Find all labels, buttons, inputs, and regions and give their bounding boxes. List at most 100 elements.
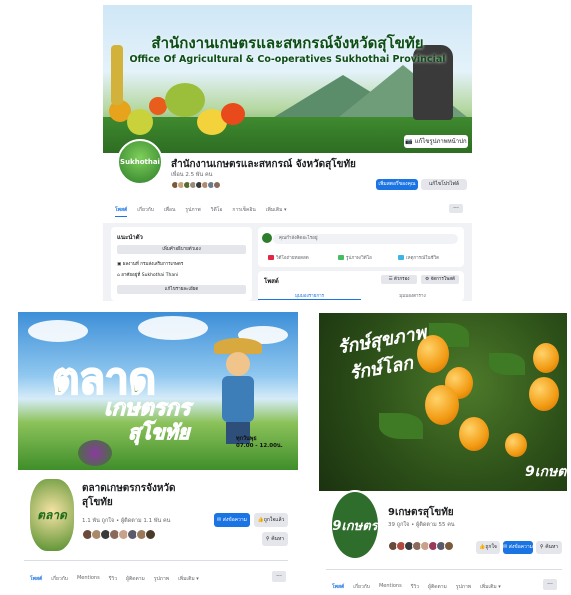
- manage-posts-button[interactable]: ⚙ จัดการโพสต์: [421, 275, 459, 284]
- send-message-button[interactable]: ✉ ส่งข้อความ: [503, 541, 533, 554]
- tab-photos[interactable]: รูปภาพ: [185, 206, 200, 217]
- edit-cover-button[interactable]: 📷 แก้ไขรูปภาพหน้าปก: [404, 135, 468, 148]
- cover-photo: รักษ์สุขภาพ รักษ์โลก 9เกษตร: [319, 313, 567, 491]
- photo-video-button[interactable]: รูปภาพ/วิดีโอ: [338, 254, 372, 261]
- tab-mentions[interactable]: Mentions: [77, 575, 100, 583]
- page-title: 9เกษตรสุโขทัย: [388, 507, 454, 518]
- manage-posts-label: จัดการโพสต์: [430, 277, 455, 282]
- like-button[interactable]: 👍ถูกใจ: [476, 541, 500, 554]
- location-text: อาศัยอยู่ที่ Sukhothai Thani: [121, 273, 179, 278]
- photo-video-label: รูปภาพ/วิดีโอ: [346, 256, 372, 261]
- flag-icon: [398, 255, 404, 260]
- tab-followers[interactable]: ผู้ติดตาม: [428, 583, 447, 591]
- cover-photo: ตลาด เกษตรกร สุโขทัย ทุกวันพุธ 07.00 - 1…: [18, 312, 298, 470]
- profile-screenshot-agri-office: สำนักงานเกษตรและสหกรณ์จังหวัดสุโขทัย Off…: [103, 5, 472, 301]
- like-label: ถูกใจ: [485, 544, 497, 550]
- intro-card: แนะนำตัว เพิ่มคำอธิบายตัวเอง ▣ ผลงานที่ …: [111, 227, 252, 301]
- page-title: ตลาดเกษตรกรจังหวัดสุโขทัย: [82, 483, 176, 508]
- liked-button[interactable]: 👍ถูกใจแล้ว: [254, 513, 288, 527]
- life-event-label: เหตุการณ์ในชีวิต: [406, 256, 440, 261]
- search-button[interactable]: ⚲ ค้นหา: [262, 532, 288, 546]
- edit-profile-button[interactable]: แก้ไขโปรไฟล์: [421, 179, 467, 190]
- camera-icon: 📷: [405, 138, 413, 145]
- tab-photos[interactable]: รูปภาพ: [154, 575, 169, 583]
- posts-card: โพสต์ ☰ ตัวกรอง ⚙ จัดการโพสต์ มุมมองรายก…: [258, 271, 464, 301]
- tab-videos[interactable]: วิดีโอ: [211, 206, 223, 217]
- send-message-button[interactable]: ✉ ส่งข้อความ: [214, 513, 250, 527]
- avatar[interactable]: ตลาด: [28, 477, 76, 553]
- cover-title-thai: สำนักงานเกษตรและสหกรณ์จังหวัดสุโขทัย: [151, 34, 424, 52]
- tab-more[interactable]: เพิ่มเติม ▾: [266, 206, 287, 217]
- liked-label: ถูกใจแล้ว: [263, 517, 285, 523]
- tab-about[interactable]: เกี่ยวกับ: [353, 583, 370, 591]
- post-composer: คุณกำลังคิดอะไรอยู่ วิดีโอถ่ายทอดสด รูปภ…: [258, 227, 464, 267]
- live-video-label: วิดีโอถ่ายทอดสด: [276, 256, 309, 261]
- tab-photos[interactable]: รูปภาพ: [456, 583, 471, 591]
- page-title: สำนักงานเกษตรและสหกรณ์ จังหวัดสุโขทัย: [171, 159, 356, 170]
- work-text: ผลงานที่ กรมส่งเสริมการเกษตร: [122, 262, 184, 267]
- page-tabs: โพสต์ เกี่ยวกับ Mentions รีวิว ผู้ติดตาม…: [30, 575, 199, 583]
- avatar[interactable]: Sukhothai: [117, 139, 163, 185]
- send-message-label: ส่งข้อความ: [508, 544, 533, 550]
- filter-label: ตัวกรอง: [393, 277, 410, 282]
- tab-reviews[interactable]: รีวิว: [411, 583, 419, 591]
- search-label: ค้นหา: [545, 544, 559, 550]
- live-video-button[interactable]: วิดีโอถ่ายทอดสด: [268, 254, 309, 261]
- edit-cover-label: แก้ไขรูปภาพหน้าปก: [414, 138, 467, 145]
- tab-more[interactable]: เพิ่มเติม ▾: [178, 575, 199, 583]
- tab-more[interactable]: เพิ่มเติม ▾: [480, 583, 501, 591]
- tab-mentions[interactable]: Mentions: [379, 583, 402, 591]
- list-view-tab[interactable]: มุมมองรายการ: [258, 292, 361, 300]
- composer-avatar: [262, 233, 272, 243]
- opening-hours: ทุกวันพุธ 07.00 - 12.00น.: [236, 436, 283, 449]
- filter-button[interactable]: ☰ ตัวกรอง: [381, 275, 417, 284]
- tab-reviews[interactable]: รีวิว: [109, 575, 117, 583]
- tab-about[interactable]: เกี่ยวกับ: [137, 206, 154, 217]
- send-message-label: ส่งข้อความ: [222, 517, 247, 523]
- live-video-icon: [268, 255, 274, 260]
- page-screenshot-farmers-market: ตลาด เกษตรกร สุโขทัย ทุกวันพุธ 07.00 - 1…: [14, 312, 298, 594]
- tab-friends[interactable]: เพื่อน: [164, 206, 175, 217]
- cover-word-sukhothai: สุโขทัย: [128, 420, 191, 445]
- tab-followers[interactable]: ผู้ติดตาม: [126, 575, 145, 583]
- friend-avatars[interactable]: [388, 541, 454, 551]
- friend-avatars[interactable]: [171, 181, 221, 189]
- grid-view-tab[interactable]: มุมมองตาราง: [361, 292, 464, 299]
- avatar-text: ตลาด: [37, 507, 67, 522]
- add-bio-button[interactable]: เพิ่มคำอธิบายตัวเอง: [117, 245, 246, 254]
- page-tabs: โพสต์ เกี่ยวกับ Mentions รีวิว ผู้ติดตาม…: [332, 583, 501, 591]
- tab-checkins[interactable]: การเช็คอิน: [232, 206, 255, 217]
- page-screenshot-9kaset: รักษ์สุขภาพ รักษ์โลก 9เกษตร 9เกษตร 9เกษต…: [316, 313, 567, 594]
- more-options-button[interactable]: ···: [449, 204, 463, 213]
- edit-details-button[interactable]: แก้ไขรายละเอียด: [117, 285, 246, 294]
- avatar[interactable]: 9เกษตร: [330, 490, 380, 560]
- search-button[interactable]: ⚲ ค้นหา: [536, 541, 562, 554]
- more-options-button[interactable]: ···: [543, 579, 557, 590]
- avatar-text: Sukhothai: [120, 158, 160, 166]
- like-follower-count: 39 ถูกใจ • ผู้ติดตาม 55 คน: [388, 522, 455, 528]
- cover-photo: สำนักงานเกษตรและสหกรณ์จังหวัดสุโขทัย Off…: [103, 5, 472, 153]
- location-row: ⌂ อาศัยอยู่ที่ Sukhothai Thani: [117, 271, 178, 278]
- tab-posts[interactable]: โพสต์: [332, 583, 344, 591]
- profile-tabs: โพสต์ เกี่ยวกับ เพื่อน รูปภาพ วิดีโอ การ…: [115, 206, 286, 217]
- divider: [24, 560, 288, 561]
- photo-icon: [338, 255, 344, 260]
- friend-avatars[interactable]: [82, 529, 156, 540]
- tab-posts[interactable]: โพสต์: [115, 206, 128, 217]
- friend-count: เพื่อน 2.5 พัน คน: [171, 172, 213, 178]
- composer-input[interactable]: คุณกำลังคิดอะไรอยู่: [273, 234, 458, 244]
- view-toggle: มุมมองรายการ มุมมองตาราง: [258, 292, 464, 301]
- more-options-button[interactable]: ···: [272, 571, 286, 582]
- cover-title-english: Office Of Agricultural & Co-operatives S…: [129, 54, 446, 65]
- life-event-button[interactable]: เหตุการณ์ในชีวิต: [398, 254, 439, 261]
- cover-brand: 9เกษตร: [525, 464, 567, 480]
- intro-heading: แนะนำตัว: [117, 234, 143, 241]
- tab-about[interactable]: เกี่ยวกับ: [51, 575, 68, 583]
- search-label: ค้นหา: [271, 536, 285, 542]
- add-story-button[interactable]: เพิ่มสตอรี่ของคุณ: [376, 179, 418, 190]
- avatar-text: 9เกษตร: [332, 518, 378, 534]
- posts-heading: โพสต์: [264, 278, 279, 285]
- vegetables-image: [78, 440, 112, 466]
- tab-posts[interactable]: โพสต์: [30, 575, 42, 583]
- work-row: ▣ ผลงานที่ กรมส่งเสริมการเกษตร: [117, 260, 183, 267]
